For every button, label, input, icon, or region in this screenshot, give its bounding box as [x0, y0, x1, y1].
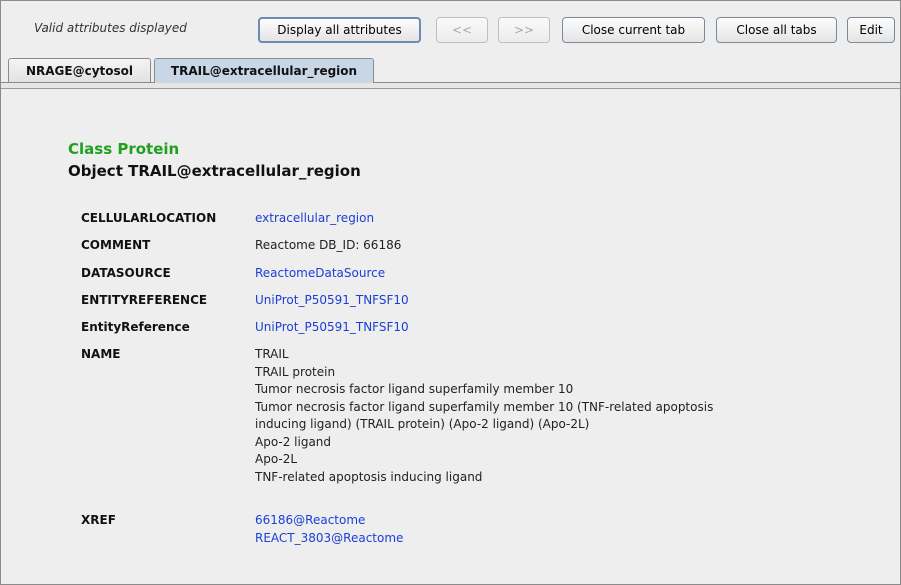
- attr-value-cellularlocation: extracellular_region: [255, 210, 374, 228]
- attr-value-xref: 66186@Reactome REACT_3803@Reactome: [255, 512, 403, 547]
- name-value: TRAIL: [255, 347, 289, 361]
- tab-nrage-cytosol[interactable]: NRAGE@cytosol: [8, 58, 151, 82]
- close-all-tabs-button[interactable]: Close all tabs: [716, 17, 837, 43]
- name-value: Tumor necrosis factor ligand superfamily…: [255, 382, 574, 396]
- close-current-tab-button[interactable]: Close current tab: [562, 17, 705, 43]
- attr-value-entityreference: UniProt_P50591_TNFSF10: [255, 292, 409, 310]
- attr-name-cellularlocation: CELLULARLOCATION: [81, 211, 217, 225]
- next-button[interactable]: >>: [498, 17, 550, 43]
- name-value: Apo-2 ligand: [255, 434, 332, 449]
- link-reactome-datasource[interactable]: ReactomeDataSource: [255, 265, 385, 283]
- name-value: TRAIL protein: [255, 364, 336, 379]
- attr-value-entity-reference: UniProt_P50591_TNFSF10: [255, 319, 409, 337]
- attr-name-name: NAME: [81, 347, 121, 361]
- attr-value-name: TRAIL TRAIL protein Tumor necrosis facto…: [255, 346, 713, 486]
- name-value: TNF-related apoptosis inducing ligand: [255, 469, 483, 484]
- comment-text: Reactome DB_ID: 66186: [255, 238, 402, 252]
- attr-name-entityreference: ENTITYREFERENCE: [81, 293, 208, 307]
- attr-name-xref: XREF: [81, 513, 116, 527]
- attr-name-comment: COMMENT: [81, 238, 151, 252]
- previous-button[interactable]: <<: [436, 17, 488, 43]
- tab-bar: NRAGE@cytosol TRAIL@extracellular_region: [1, 58, 900, 83]
- edit-button[interactable]: Edit: [847, 17, 895, 43]
- attr-name-entity-reference: EntityReference: [81, 320, 190, 334]
- attribute-viewer-window: Valid attributes displayed Display all a…: [0, 0, 901, 585]
- link-xref-reactome[interactable]: 66186@Reactome: [255, 512, 403, 530]
- link-uniprot-entity-reference[interactable]: UniProt_P50591_TNFSF10: [255, 292, 409, 310]
- object-label: Object TRAIL@extracellular_region: [68, 162, 361, 180]
- class-label: Class Protein: [68, 140, 180, 158]
- name-value: Tumor necrosis factor ligand superfamily…: [255, 399, 714, 414]
- link-uniprot-entity-reference-2[interactable]: UniProt_P50591_TNFSF10: [255, 319, 409, 337]
- display-all-attributes-button[interactable]: Display all attributes: [258, 17, 421, 43]
- detail-panel: Class Protein Object TRAIL@extracellular…: [1, 89, 900, 584]
- attr-value-datasource: ReactomeDataSource: [255, 265, 385, 283]
- status-label: Valid attributes displayed: [34, 21, 187, 35]
- name-value: inducing ligand) (TRAIL protein) (Apo-2 …: [255, 417, 590, 431]
- attr-value-comment: Reactome DB_ID: 66186: [255, 237, 401, 255]
- tab-trail-extracellular-region[interactable]: TRAIL@extracellular_region: [154, 58, 374, 83]
- name-value: Apo-2L: [255, 452, 298, 466]
- attr-name-datasource: DATASOURCE: [81, 266, 171, 280]
- link-extracellular-region[interactable]: extracellular_region: [255, 210, 374, 228]
- link-xref-react[interactable]: REACT_3803@Reactome: [255, 530, 403, 548]
- toolbar: Valid attributes displayed Display all a…: [1, 1, 900, 53]
